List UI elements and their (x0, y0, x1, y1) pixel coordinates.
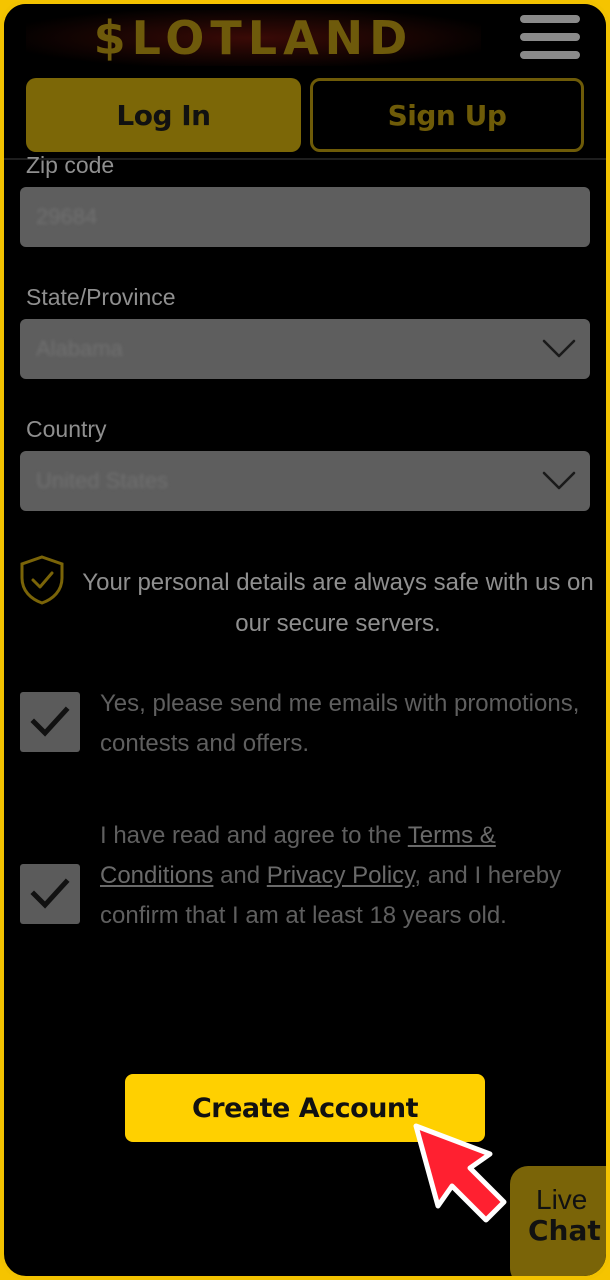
live-chat-line1: Live (536, 1184, 588, 1215)
email-consent-row: Yes, please send me emails with promotio… (20, 682, 600, 782)
zip-code-label: Zip code (26, 152, 115, 178)
live-chat-line2: Chat (528, 1214, 601, 1247)
privacy-policy-link[interactable]: Privacy Policy (267, 862, 415, 889)
chevron-down-icon (542, 471, 576, 490)
registration-form: Zip code 29684 State/Province Alabama Co… (4, 152, 606, 1276)
top-header: $LOTLAND (4, 4, 606, 74)
state-province-value: Alabama (36, 336, 123, 361)
email-consent-checkbox[interactable] (20, 692, 80, 752)
terms-consent-row: I have read and agree to the Terms & Con… (20, 814, 600, 984)
menu-bar (520, 51, 580, 59)
shield-check-icon (20, 555, 64, 605)
state-province-select[interactable]: Alabama (20, 319, 590, 379)
checkmark-icon (30, 706, 70, 737)
menu-bar (520, 33, 580, 41)
hamburger-menu-icon[interactable] (520, 12, 582, 62)
state-province-label: State/Province (26, 284, 176, 310)
zip-code-input[interactable]: 29684 (20, 187, 590, 247)
terms-consent-checkbox[interactable] (20, 864, 80, 924)
secure-notice-text: Your personal details are always safe wi… (82, 569, 594, 637)
phone-frame: $LOTLAND Log In Sign Up Zip code 29684 S… (0, 0, 610, 1280)
country-value: United States (36, 468, 169, 493)
zip-code-value: 29684 (36, 204, 98, 229)
checkmark-icon (30, 878, 70, 909)
live-chat-button[interactable]: Live Chat (510, 1166, 606, 1276)
sign-up-button[interactable]: Sign Up (310, 78, 584, 152)
arrow-pointer-icon (413, 1123, 507, 1223)
menu-bar (520, 15, 580, 23)
secure-notice: Your personal details are always safe wi… (18, 554, 598, 654)
terms-consent-text: I have read and agree to the Terms & Con… (100, 816, 580, 936)
country-select[interactable]: United States (20, 451, 590, 511)
auth-bar: Log In Sign Up (4, 74, 606, 160)
terms-prefix: I have read and agree to the (100, 822, 408, 849)
terms-and: and (213, 862, 267, 889)
country-label: Country (26, 416, 107, 442)
email-consent-text: Yes, please send me emails with promotio… (100, 690, 580, 757)
log-in-button[interactable]: Log In (26, 78, 301, 152)
slotland-logo[interactable]: $LOTLAND (26, 10, 481, 66)
chevron-down-icon (542, 339, 576, 358)
